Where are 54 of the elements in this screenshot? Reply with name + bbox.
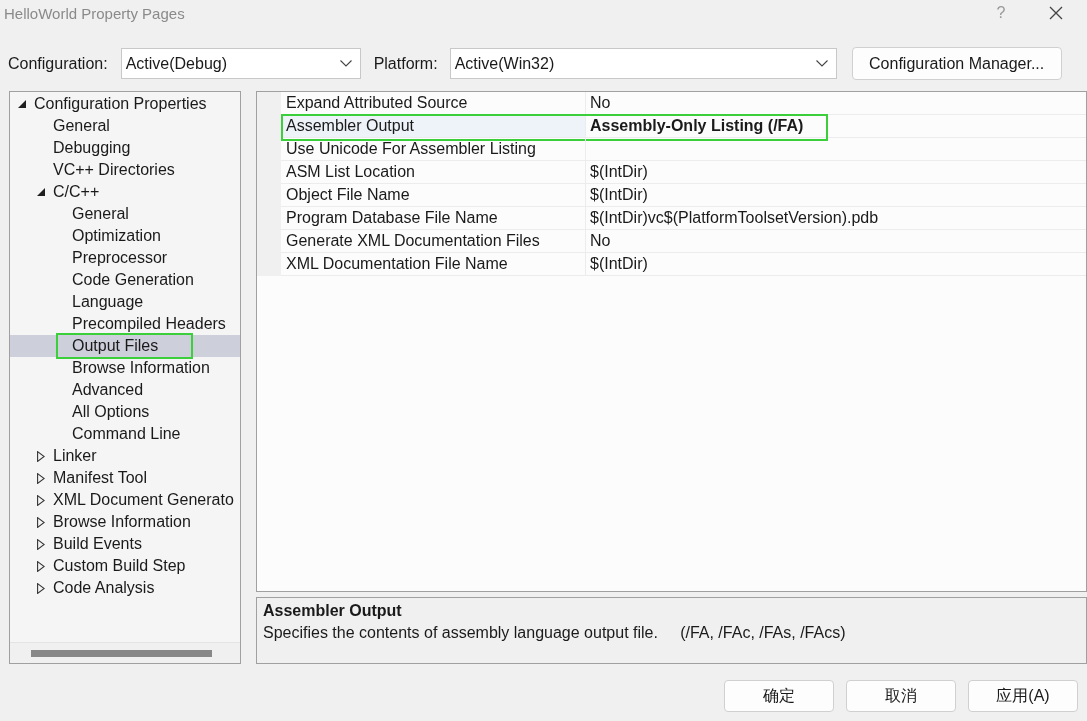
property-name[interactable]: Use Unicode For Assembler Listing — [281, 138, 586, 161]
tree-item[interactable]: Browse Information — [10, 511, 240, 533]
configuration-label: Configuration: — [8, 54, 108, 73]
property-name[interactable]: Expand Attributed Source — [281, 92, 586, 115]
tree-item[interactable]: Browse Information — [10, 357, 240, 379]
description-text: Specifies the contents of assembly language output file. (/FA, /FAc, /FAs, /FAcs) — [263, 623, 846, 643]
property-name[interactable]: Generate XML Documentation Files — [281, 230, 586, 253]
close-icon — [1049, 6, 1063, 20]
tree-item[interactable]: Configuration Properties — [10, 93, 240, 115]
tree-item[interactable]: Build Events — [10, 533, 240, 555]
tree-item[interactable]: Command Line — [10, 423, 240, 445]
tree-item[interactable]: Optimization — [10, 225, 240, 247]
configuration-dropdown[interactable]: Active(Debug) — [120, 48, 361, 79]
property-value[interactable]: No — [586, 230, 1086, 253]
property-name[interactable]: ASM List Location — [281, 161, 586, 184]
platform-dropdown[interactable]: Active(Win32) — [449, 48, 837, 79]
dialog-button[interactable]: 确定 — [724, 680, 834, 712]
property-value[interactable]: $(IntDir)vc$(PlatformToolsetVersion).pdb — [586, 207, 1086, 230]
tree-item[interactable]: Language — [10, 291, 240, 313]
tree-item[interactable]: Advanced — [10, 379, 240, 401]
property-name[interactable]: Program Database File Name — [281, 207, 586, 230]
property-value[interactable]: $(IntDir) — [586, 184, 1086, 207]
tree-item[interactable]: XML Document Generato — [10, 489, 240, 511]
configuration-manager-button[interactable]: Configuration Manager... — [851, 47, 1062, 80]
platform-label: Platform: — [373, 54, 438, 73]
property-name[interactable]: Assembler Output — [281, 115, 586, 138]
tree-item[interactable]: Code Generation — [10, 269, 240, 291]
tree-item[interactable]: Code Analysis — [10, 577, 240, 599]
tree-item[interactable]: Precompiled Headers — [10, 313, 240, 335]
tree-item[interactable]: Linker — [10, 445, 240, 467]
close-button[interactable] — [1049, 6, 1063, 20]
tree-item[interactable]: General — [10, 203, 240, 225]
tree-item[interactable]: All Options — [10, 401, 240, 423]
tree-item[interactable]: Manifest Tool — [10, 467, 240, 489]
dialog-button[interactable]: 取消 — [846, 680, 956, 712]
tree-item[interactable]: General — [10, 115, 240, 137]
tree-item[interactable]: C/C++ — [10, 181, 240, 203]
description-title: Assembler Output — [263, 601, 402, 621]
property-name[interactable]: Object File Name — [281, 184, 586, 207]
tree-item[interactable]: VC++ Directories — [10, 159, 240, 181]
scrollbar-thumb[interactable] — [31, 649, 212, 657]
tree-item[interactable]: Custom Build Step — [10, 555, 240, 577]
chevron-down-icon — [339, 60, 352, 67]
window-title: HelloWorld Property Pages — [4, 4, 186, 22]
property-name[interactable]: XML Documentation File Name — [281, 253, 586, 276]
tree-item[interactable]: Output Files — [10, 335, 240, 357]
chevron-down-icon — [815, 60, 828, 67]
property-value[interactable]: $(IntDir) — [586, 161, 1086, 184]
property-value[interactable]: Assembly-Only Listing (/FA) — [586, 115, 1086, 138]
dialog-button[interactable]: 应用(A) — [968, 680, 1078, 712]
property-value[interactable]: $(IntDir) — [586, 253, 1086, 276]
tree-item[interactable]: Debugging — [10, 137, 240, 159]
tree-item[interactable]: Preprocessor — [10, 247, 240, 269]
property-value[interactable]: No — [586, 92, 1086, 115]
